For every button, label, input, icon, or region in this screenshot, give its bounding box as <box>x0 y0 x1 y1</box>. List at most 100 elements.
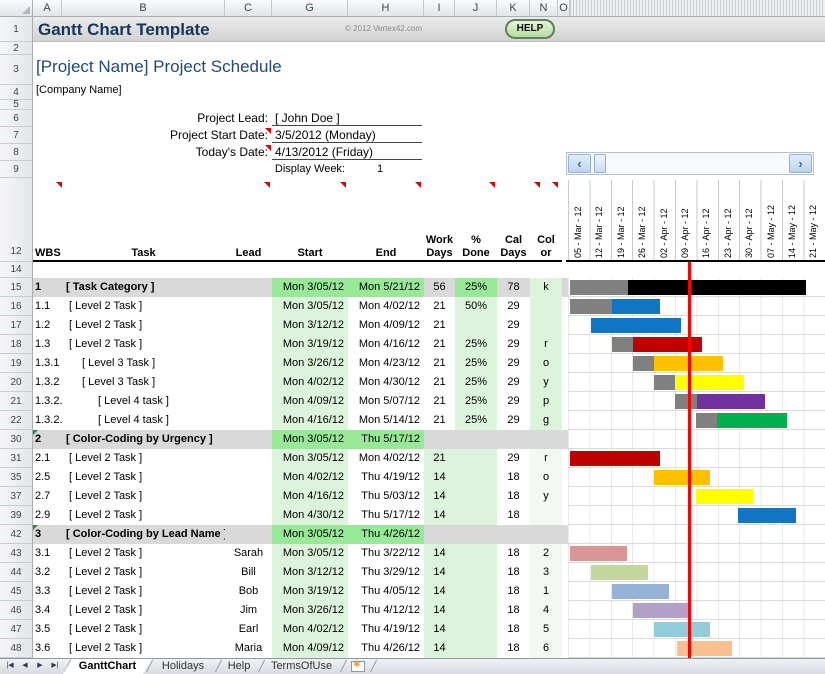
row-header-6[interactable]: 6 <box>0 110 32 127</box>
cell-task[interactable]: [ Level 2 Task ] <box>62 297 225 316</box>
cell-col[interactable]: o <box>530 354 562 373</box>
cell-end[interactable]: Thu 4/19/12 <box>348 468 424 487</box>
cell-col[interactable] <box>530 506 562 525</box>
cell-wbs[interactable]: 1.1 <box>33 297 62 316</box>
cell-start[interactable]: Mon 3/05/12 <box>272 449 348 468</box>
cell-work[interactable]: 21 <box>424 373 455 392</box>
cell-lead[interactable] <box>225 354 272 373</box>
gantt-bar[interactable] <box>612 299 660 314</box>
cell-col[interactable]: o <box>530 468 562 487</box>
cell-lead[interactable] <box>225 373 272 392</box>
cell-lead[interactable]: Sarah <box>225 544 272 563</box>
cell-start[interactable]: Mon 3/12/12 <box>272 316 348 335</box>
row-header-4[interactable]: 4 <box>0 85 32 100</box>
cell-work[interactable] <box>424 525 455 544</box>
gantt-bar[interactable] <box>696 413 717 428</box>
sheet-tab-ganttchart[interactable]: GanttChart <box>63 659 152 674</box>
cell-task[interactable]: [ Level 2 Task ] <box>62 639 225 658</box>
cell-start[interactable]: Mon 3/26/12 <box>272 354 348 373</box>
cell-work[interactable]: 14 <box>424 468 455 487</box>
row-header-47[interactable]: 47 <box>0 620 32 639</box>
cell-wbs[interactable]: 3.1 <box>33 544 62 563</box>
cell-task[interactable]: [ Color-Coding by Urgency ] <box>62 430 225 449</box>
gantt-bar[interactable] <box>612 584 669 599</box>
row-header-45[interactable]: 45 <box>0 582 32 601</box>
gantt-bar[interactable] <box>675 375 744 390</box>
cell-pct[interactable] <box>455 639 497 658</box>
row-header-16[interactable]: 16 <box>0 297 32 316</box>
gantt-bar[interactable] <box>717 413 787 428</box>
cell-task[interactable]: [ Level 2 Task ] <box>62 335 225 354</box>
gantt-bar[interactable] <box>654 622 710 637</box>
cell-pct[interactable] <box>455 316 497 335</box>
row-header-15[interactable]: 15 <box>0 278 32 297</box>
cell-wbs[interactable]: 2.5 <box>33 468 62 487</box>
cell-col[interactable]: y <box>530 487 562 506</box>
cell-cal[interactable]: 18 <box>497 487 530 506</box>
cell-pct[interactable] <box>455 468 497 487</box>
project-start-date-value[interactable]: 3/5/2012 (Monday) <box>272 127 422 143</box>
cell-start[interactable]: Mon 4/02/12 <box>272 468 348 487</box>
cell-lead[interactable] <box>225 468 272 487</box>
column-header-G[interactable]: G <box>272 0 348 17</box>
cell-wbs[interactable]: 1.3.2.2 <box>33 411 62 430</box>
cell-pct[interactable] <box>455 487 497 506</box>
cell-lead[interactable] <box>225 449 272 468</box>
row-header-1[interactable]: 1 <box>0 17 32 42</box>
cell-col[interactable]: 1 <box>530 582 562 601</box>
cell-wbs[interactable]: 3.4 <box>33 601 62 620</box>
cell-start[interactable]: Mon 4/30/12 <box>272 506 348 525</box>
cell-lead[interactable] <box>225 487 272 506</box>
gantt-bar[interactable] <box>675 394 697 409</box>
cell-cal[interactable]: 29 <box>497 392 530 411</box>
cell-wbs[interactable]: 1.3 <box>33 335 62 354</box>
cell-wbs[interactable]: 3.6 <box>33 639 62 658</box>
cell-cal[interactable]: 29 <box>497 297 530 316</box>
gantt-bar[interactable] <box>591 565 648 580</box>
cell-work[interactable]: 21 <box>424 449 455 468</box>
row-header-9[interactable]: 9 <box>0 161 32 178</box>
cell-pct[interactable] <box>455 620 497 639</box>
cell-work[interactable]: 14 <box>424 487 455 506</box>
cell-pct[interactable] <box>455 544 497 563</box>
cell-start[interactable]: Mon 3/05/12 <box>272 297 348 316</box>
row-header-5[interactable]: 5 <box>0 100 32 110</box>
cell-work[interactable]: 21 <box>424 297 455 316</box>
cell-work[interactable]: 14 <box>424 582 455 601</box>
column-header-H[interactable]: H <box>348 0 424 17</box>
column-header-C[interactable]: C <box>225 0 272 17</box>
previous-sheet-button[interactable]: ◀ <box>18 660 32 672</box>
cell-work[interactable]: 14 <box>424 544 455 563</box>
cell-col[interactable] <box>530 525 562 544</box>
cell-cal[interactable]: 18 <box>497 468 530 487</box>
cell-lead[interactable]: Jim <box>225 601 272 620</box>
cell-wbs[interactable]: 3.3 <box>33 582 62 601</box>
cell-lead[interactable]: Bob <box>225 582 272 601</box>
column-header-J[interactable]: J <box>455 0 497 17</box>
gantt-bar[interactable] <box>633 603 688 618</box>
cell-work[interactable]: 21 <box>424 335 455 354</box>
cell-col[interactable]: g <box>530 411 562 430</box>
cell-task[interactable]: [ Level 2 Task ] <box>62 582 225 601</box>
cell-end[interactable]: Mon 4/23/12 <box>348 354 424 373</box>
gantt-bar[interactable] <box>633 356 654 371</box>
cell-lead[interactable] <box>225 525 272 544</box>
sheet-tab-holidays[interactable]: Holidays <box>145 659 221 674</box>
cell-col[interactable]: 2 <box>530 544 562 563</box>
row-header-35[interactable]: 35 <box>0 468 32 487</box>
cell-start[interactable]: Mon 3/05/12 <box>272 544 348 563</box>
cell-cal[interactable] <box>497 430 530 449</box>
row-header-7[interactable]: 7 <box>0 127 32 144</box>
cell-wbs[interactable]: 1.2 <box>33 316 62 335</box>
cell-pct[interactable]: 25% <box>455 373 497 392</box>
cell-pct[interactable] <box>455 449 497 468</box>
cell-work[interactable]: 14 <box>424 601 455 620</box>
row-header-14[interactable]: 14 <box>0 262 32 278</box>
cell-task[interactable]: [ Level 2 Task ] <box>62 468 225 487</box>
cell-end[interactable]: Thu 4/05/12 <box>348 582 424 601</box>
cell-cal[interactable]: 29 <box>497 335 530 354</box>
sheet-tab-termsofuse[interactable]: TermsOfUse <box>257 659 346 674</box>
cell-work[interactable] <box>424 430 455 449</box>
cell-lead[interactable]: Maria <box>225 639 272 658</box>
cell-end[interactable]: Thu 4/26/12 <box>348 525 424 544</box>
